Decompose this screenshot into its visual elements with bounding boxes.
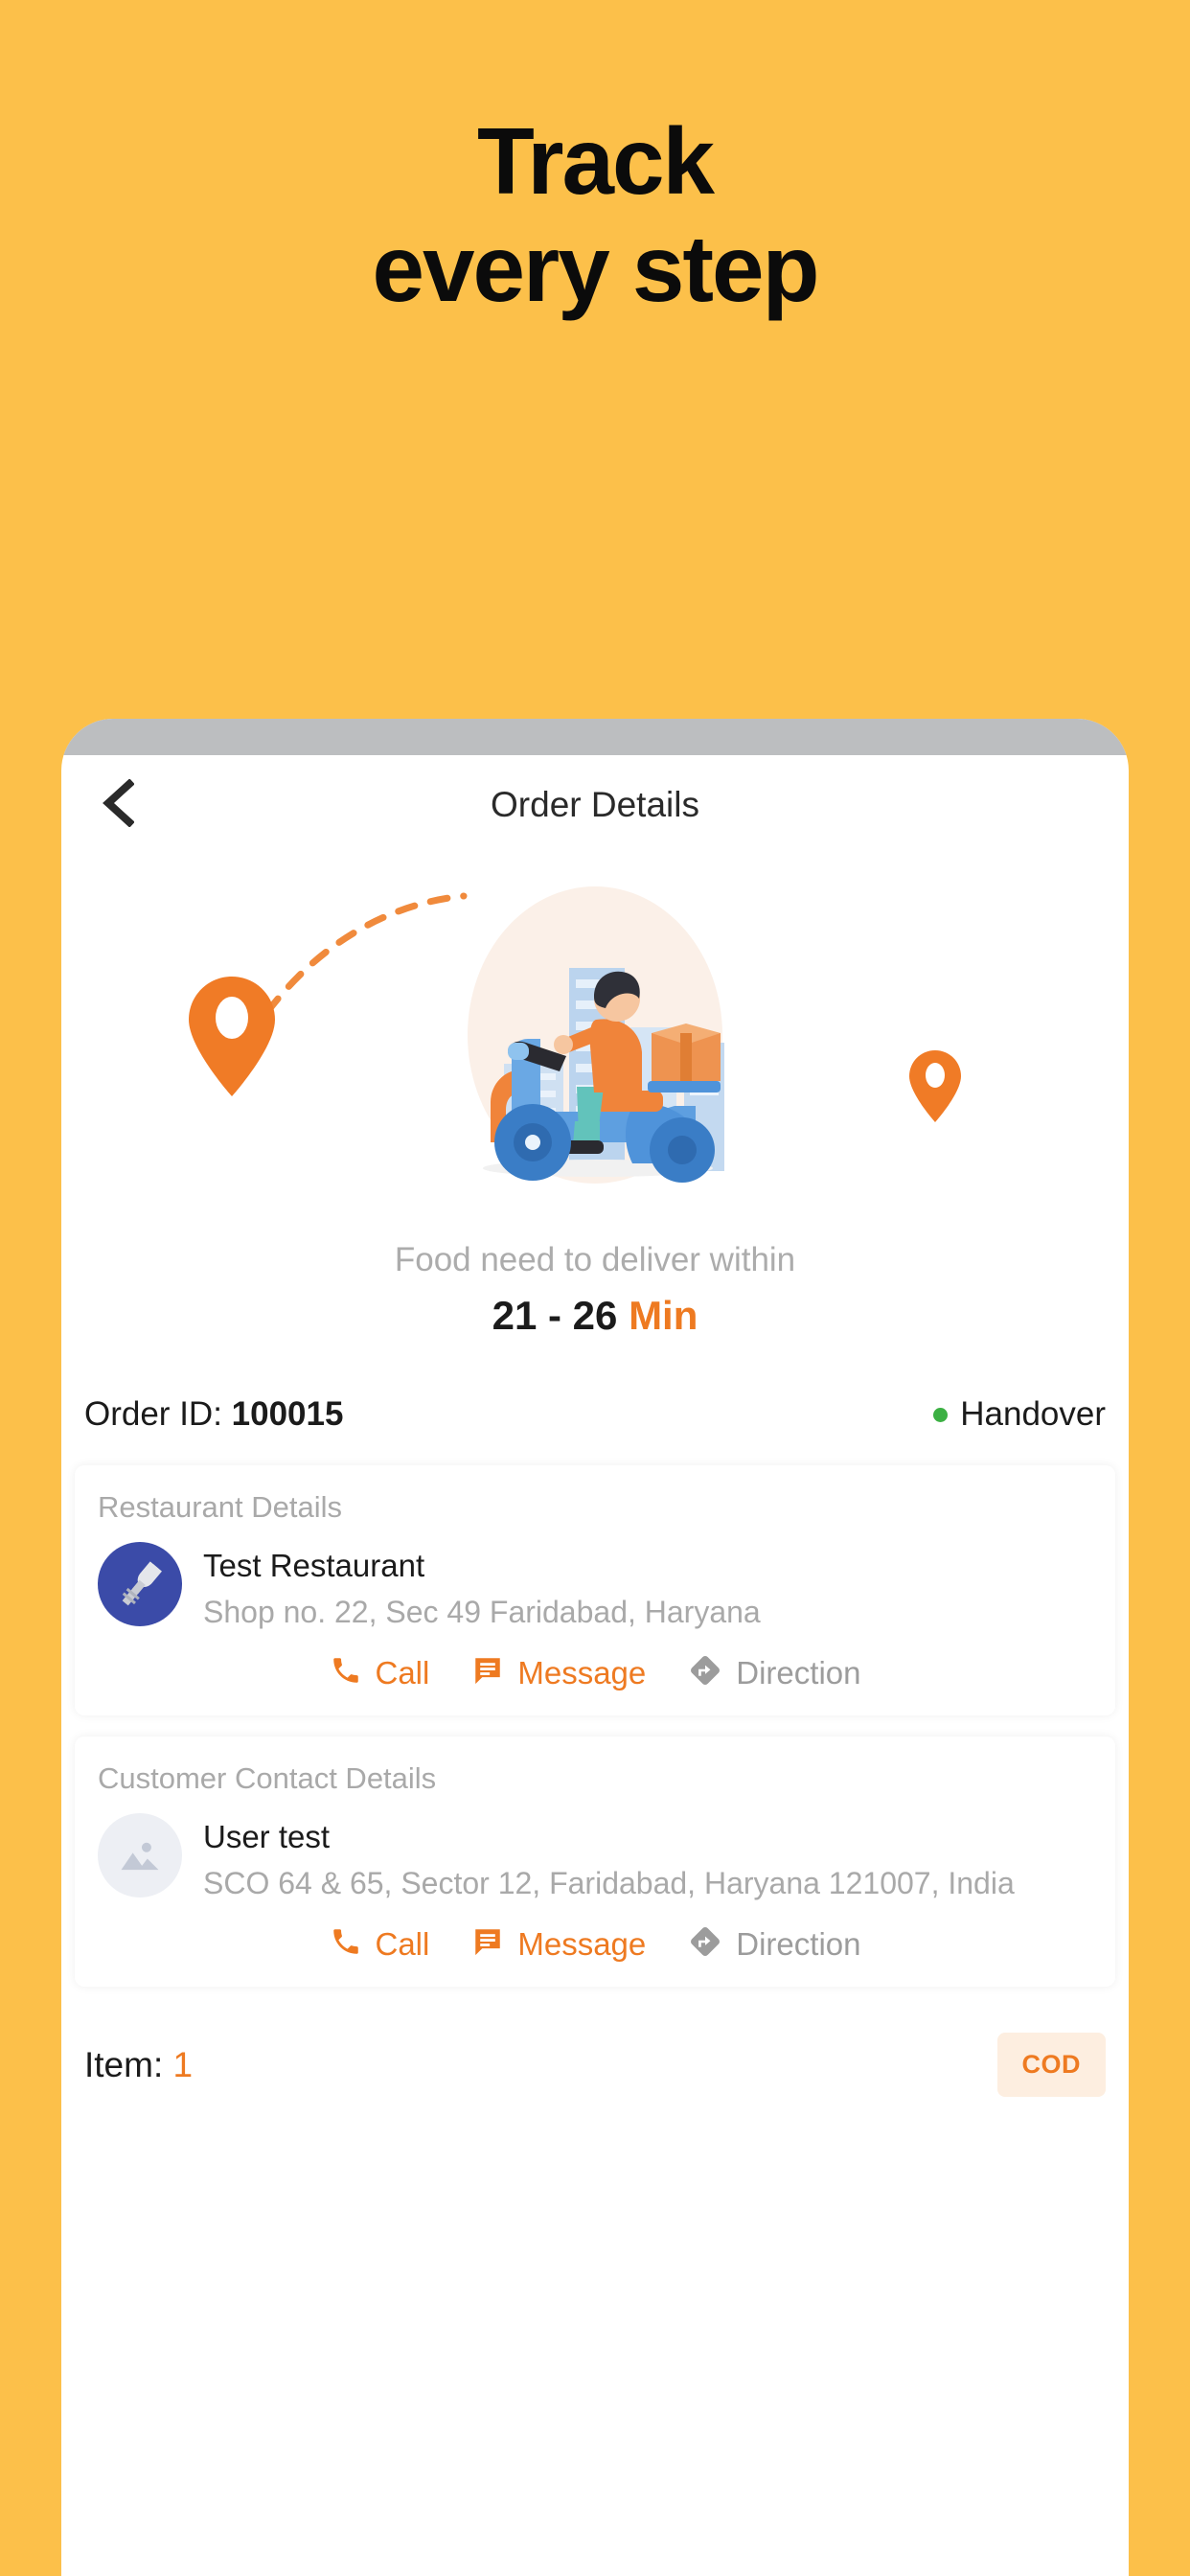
- item-count-value: 1: [172, 2044, 194, 2084]
- restaurant-name: Test Restaurant: [203, 1548, 425, 1583]
- delivery-time-value: 21 - 26: [492, 1293, 618, 1338]
- restaurant-contact: Test Restaurant Shop no. 22, Sec 49 Fari…: [98, 1542, 1092, 1632]
- restaurant-call-button[interactable]: Call: [330, 1654, 430, 1691]
- order-id-value: 100015: [231, 1395, 344, 1433]
- item-label-text: Item:: [84, 2044, 164, 2084]
- status-badge: Handover: [933, 1395, 1106, 1434]
- customer-address: SCO 64 & 65, Sector 12, Faridabad, Harya…: [203, 1866, 1015, 1900]
- payment-method-badge: COD: [996, 2033, 1106, 2097]
- restaurant-message-label: Message: [517, 1654, 647, 1690]
- hero-heading: Track every step: [0, 107, 1190, 322]
- order-id: Order ID: 100015: [84, 1395, 343, 1434]
- restaurant-avatar: [98, 1542, 182, 1626]
- chat-bubble-icon: [471, 1925, 504, 1963]
- phone-icon: [330, 1925, 362, 1963]
- customer-details-card: Customer Contact Details User test SCO 6…: [75, 1736, 1115, 1987]
- delivery-note: Food need to deliver within: [394, 1241, 796, 1278]
- restaurant-direction-button[interactable]: Direction: [688, 1653, 860, 1692]
- phone-status-bar: [61, 719, 1129, 755]
- delivery-scooter-illustration: [189, 886, 961, 1184]
- restaurant-message-button[interactable]: Message: [471, 1654, 646, 1691]
- customer-actions: Call Message Direction: [98, 1924, 1092, 1964]
- hero-line-1: Track: [476, 108, 715, 214]
- delivery-time: 21 - 26 Min: [61, 1293, 1129, 1339]
- back-button[interactable]: [84, 771, 151, 839]
- customer-section-label: Customer Contact Details: [98, 1761, 437, 1795]
- restaurant-section-label: Restaurant Details: [98, 1490, 343, 1524]
- order-summary-row: Order ID: 100015 Handover: [61, 1385, 1129, 1444]
- customer-message-button[interactable]: Message: [471, 1925, 646, 1963]
- delivery-illustration: [61, 864, 1129, 1185]
- customer-name: User test: [203, 1819, 331, 1854]
- direction-arrow-icon: [688, 1924, 722, 1964]
- delivery-time-unit: Min: [629, 1293, 698, 1338]
- restaurant-address: Shop no. 22, Sec 49 Faridabad, Haryana: [203, 1595, 761, 1629]
- dashed-route-arc: [244, 892, 468, 1044]
- restaurant-details-card: Restaurant Details Test Restaurant Shop …: [75, 1465, 1115, 1715]
- chat-bubble-icon: [471, 1654, 504, 1691]
- status-label: Handover: [960, 1395, 1106, 1433]
- chevron-left-icon: [102, 777, 135, 832]
- page-title: Order Details: [491, 785, 699, 824]
- customer-avatar: [98, 1813, 182, 1898]
- customer-call-label: Call: [375, 1925, 430, 1962]
- status-dot-icon: [933, 1407, 949, 1422]
- restaurant-actions: Call Message Direction: [98, 1653, 1092, 1692]
- direction-arrow-icon: [688, 1653, 722, 1692]
- location-pin-icon: [189, 977, 275, 1096]
- customer-direction-label: Direction: [736, 1925, 861, 1962]
- customer-message-label: Message: [517, 1925, 647, 1962]
- image-placeholder-icon: [121, 1842, 159, 1871]
- customer-direction-button[interactable]: Direction: [688, 1924, 860, 1964]
- customer-call-button[interactable]: Call: [330, 1925, 430, 1963]
- item-count-label: Item: 1: [84, 2045, 193, 2085]
- restaurant-call-label: Call: [375, 1654, 430, 1690]
- order-id-label: Order ID:: [84, 1395, 222, 1433]
- restaurant-direction-label: Direction: [736, 1654, 861, 1690]
- item-summary-row: Item: 1 COD: [61, 2033, 1129, 2097]
- app-bar: Order Details: [61, 755, 1129, 855]
- phone-icon: [330, 1654, 362, 1691]
- phone-mockup: Order Details Food need to deliver withi…: [61, 719, 1129, 2576]
- restaurant-text: Test Restaurant Shop no. 22, Sec 49 Fari…: [203, 1542, 1092, 1632]
- hero-line-2: every step: [372, 216, 820, 321]
- location-pin-icon: [909, 1050, 961, 1122]
- customer-contact: User test SCO 64 & 65, Sector 12, Farida…: [98, 1813, 1092, 1903]
- restaurant-cutlery-icon: [122, 1561, 162, 1606]
- customer-text: User test SCO 64 & 65, Sector 12, Farida…: [203, 1813, 1092, 1903]
